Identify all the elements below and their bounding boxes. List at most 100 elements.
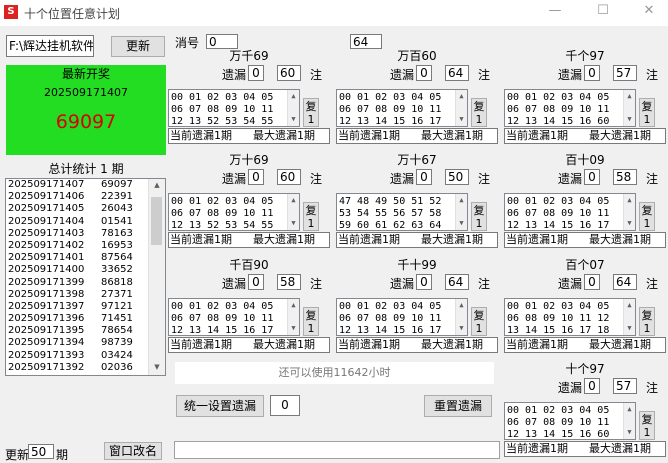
numbers-textarea[interactable]: 00 01 02 03 04 05 06 07 08 09 10 11 12 13 … — [336, 89, 468, 127]
list-item[interactable]: 202509171392 02036 — [6, 362, 165, 374]
miss-input[interactable]: 0 — [248, 65, 264, 81]
unify-miss-input[interactable]: 0 — [270, 395, 300, 416]
count-input[interactable]: 58 — [613, 169, 637, 185]
miss-input[interactable]: 0 — [416, 169, 432, 185]
copy-button[interactable]: 复1 — [303, 202, 319, 231]
numbers-textarea[interactable]: 47 48 49 50 51 52 53 54 55 56 57 58 59 60 … — [336, 193, 468, 231]
scroll-down-icon[interactable]: ▼ — [288, 322, 299, 334]
textarea-scrollbar[interactable]: ▲ ▼ — [287, 299, 299, 335]
count-input[interactable]: 50 — [445, 169, 469, 185]
textarea-scrollbar[interactable]: ▲ ▼ — [287, 90, 299, 126]
miss-input[interactable]: 0 — [416, 65, 432, 81]
scroll-down-icon[interactable]: ▼ — [624, 426, 635, 438]
list-item[interactable]: 202509171400 33652 — [6, 264, 165, 276]
list-item[interactable]: 202509171397 97121 — [6, 301, 165, 313]
textarea-scrollbar[interactable]: ▲ ▼ — [623, 194, 635, 230]
history-scrollbar[interactable]: ▲ ▼ — [148, 179, 165, 375]
copy-button[interactable]: 复1 — [303, 307, 319, 336]
count-input[interactable]: 64 — [613, 274, 637, 290]
scroll-up-icon[interactable]: ▲ — [624, 403, 635, 415]
list-item[interactable]: 202509171405 26043 — [6, 203, 165, 215]
update-input[interactable]: 50 — [28, 444, 54, 459]
list-item[interactable]: 202509171393 03424 — [6, 350, 165, 362]
scroll-up-icon[interactable]: ▲ — [288, 299, 299, 311]
scroll-down-icon[interactable]: ▼ — [288, 217, 299, 229]
scroll-down-icon[interactable]: ▼ — [624, 113, 635, 125]
miss-input[interactable]: 0 — [248, 169, 264, 185]
copy-button[interactable]: 复1 — [639, 98, 655, 127]
textarea-scrollbar[interactable]: ▲ ▼ — [455, 90, 467, 126]
count-input[interactable]: 60 — [277, 65, 301, 81]
close-icon[interactable]: ✕ — [642, 4, 656, 18]
scroll-up-icon[interactable]: ▲ — [624, 194, 635, 206]
scroll-up-icon[interactable]: ▲ — [456, 90, 467, 102]
scroll-up-icon[interactable]: ▲ — [288, 194, 299, 206]
textarea-scrollbar[interactable]: ▲ ▼ — [623, 299, 635, 335]
textarea-scrollbar[interactable]: ▲ ▼ — [287, 194, 299, 230]
numbers-textarea[interactable]: 00 01 02 03 04 05 06 07 08 09 10 11 12 13 … — [168, 89, 300, 127]
copy-button[interactable]: 复1 — [471, 202, 487, 231]
numbers-textarea[interactable]: 00 01 02 03 04 05 06 08 09 10 11 12 13 14 … — [504, 298, 636, 336]
count-input[interactable]: 60 — [277, 169, 301, 185]
minimize-icon[interactable]: — — [548, 4, 562, 18]
scroll-down-icon[interactable]: ▼ — [456, 217, 467, 229]
numbers-textarea[interactable]: 00 01 02 03 04 05 06 07 08 09 10 11 12 13 … — [336, 298, 468, 336]
count-input[interactable]: 58 — [277, 274, 301, 290]
list-item[interactable]: 202509171407 69097 — [6, 179, 165, 191]
count-input[interactable]: 57 — [613, 378, 637, 394]
miss-input[interactable]: 0 — [584, 169, 600, 185]
list-item[interactable]: 202509171402 16953 — [6, 240, 165, 252]
textarea-scrollbar[interactable]: ▲ ▼ — [455, 299, 467, 335]
scroll-up-icon[interactable]: ▲ — [288, 90, 299, 102]
copy-button[interactable]: 复1 — [639, 202, 655, 231]
scroll-up-icon[interactable]: ▲ — [149, 179, 165, 191]
list-item[interactable]: 202509171403 78163 — [6, 228, 165, 240]
history-list[interactable]: 202509171407 69097 202509171406 22391 202509… — [5, 178, 166, 376]
list-item[interactable]: 202509171398 27371 — [6, 289, 165, 301]
path-input[interactable]: F:\辉达挂机软件 — [6, 35, 94, 57]
scroll-thumb[interactable] — [151, 197, 162, 245]
copy-button[interactable]: 复1 — [471, 98, 487, 127]
list-item[interactable]: 202509171406 22391 — [6, 191, 165, 203]
count-input[interactable]: 64 — [445, 65, 469, 81]
list-item[interactable]: 202509171394 98739 — [6, 337, 165, 349]
numbers-textarea[interactable]: 00 01 02 03 04 05 06 07 08 09 10 11 12 13 … — [504, 402, 636, 440]
textarea-scrollbar[interactable]: ▲ ▼ — [623, 403, 635, 439]
scroll-down-icon[interactable]: ▼ — [288, 113, 299, 125]
miss-input[interactable]: 0 — [416, 274, 432, 290]
miss-input[interactable]: 0 — [248, 274, 264, 290]
scroll-down-icon[interactable]: ▼ — [624, 217, 635, 229]
copy-button[interactable]: 复1 — [639, 411, 655, 440]
scroll-down-icon[interactable]: ▼ — [456, 322, 467, 334]
copy-button[interactable]: 复1 — [639, 307, 655, 336]
miss-input[interactable]: 0 — [584, 65, 600, 81]
reset-miss-button[interactable]: 重置遗漏 — [424, 395, 492, 417]
list-item[interactable]: 202509171401 87564 — [6, 252, 165, 264]
numbers-textarea[interactable]: 00 01 02 03 04 05 06 07 08 09 10 11 12 13 … — [168, 193, 300, 231]
scroll-up-icon[interactable]: ▲ — [456, 299, 467, 311]
miss-input[interactable]: 0 — [584, 274, 600, 290]
refresh-button[interactable]: 更新 — [111, 36, 165, 57]
copy-button[interactable]: 复1 — [303, 98, 319, 127]
maximize-icon[interactable]: ☐ — [596, 4, 610, 18]
unify-miss-button[interactable]: 统一设置遗漏 — [176, 395, 264, 417]
numbers-textarea[interactable]: 00 01 02 03 04 05 06 07 08 09 10 11 12 13 … — [168, 298, 300, 336]
copy-button[interactable]: 复1 — [471, 307, 487, 336]
textarea-scrollbar[interactable]: ▲ ▼ — [623, 90, 635, 126]
numbers-textarea[interactable]: 00 01 02 03 04 05 06 07 08 09 10 11 12 13 … — [504, 89, 636, 127]
rename-window-button[interactable]: 窗口改名 — [104, 442, 162, 460]
scroll-down-icon[interactable]: ▼ — [624, 322, 635, 334]
scroll-up-icon[interactable]: ▲ — [456, 194, 467, 206]
scroll-up-icon[interactable]: ▲ — [624, 299, 635, 311]
textarea-scrollbar[interactable]: ▲ ▼ — [455, 194, 467, 230]
list-item[interactable]: 202509171399 86818 — [6, 277, 165, 289]
count-input[interactable]: 57 — [613, 65, 637, 81]
list-item[interactable]: 202509171404 01541 — [6, 216, 165, 228]
list-item[interactable]: 202509171396 71451 — [6, 313, 165, 325]
scroll-down-icon[interactable]: ▼ — [456, 113, 467, 125]
numbers-textarea[interactable]: 00 01 02 03 04 05 06 07 08 09 10 11 12 13 … — [504, 193, 636, 231]
list-item[interactable]: 202509171395 78654 — [6, 325, 165, 337]
list-item-partial[interactable]: 202509171391 — [6, 374, 165, 375]
miss-input[interactable]: 0 — [584, 378, 600, 394]
scroll-up-icon[interactable]: ▲ — [624, 90, 635, 102]
